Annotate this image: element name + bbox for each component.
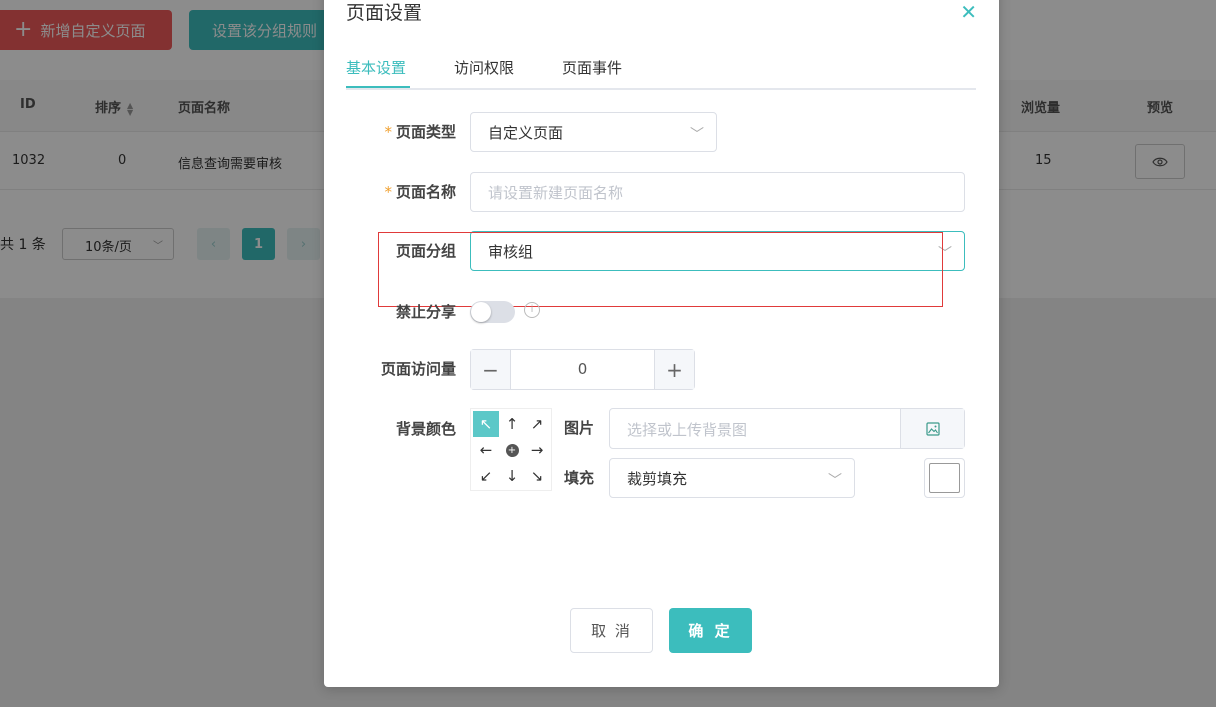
cancel-button[interactable]: 取 消 bbox=[570, 608, 653, 653]
arrow-up-icon[interactable]: ↑ bbox=[499, 411, 525, 437]
upload-image-button[interactable] bbox=[900, 409, 964, 448]
arrow-up-right-icon[interactable]: ↗ bbox=[524, 411, 550, 437]
page-type-value: 自定义页面 bbox=[488, 124, 564, 142]
disable-share-toggle[interactable] bbox=[470, 301, 515, 323]
page-views-stepper: − 0 + bbox=[470, 349, 695, 390]
tab-page-events[interactable]: 页面事件 bbox=[562, 57, 622, 78]
confirm-button[interactable]: 确 定 bbox=[669, 608, 752, 653]
color-picker[interactable] bbox=[924, 458, 965, 498]
bg-color-label: 背景颜色 bbox=[395, 420, 456, 438]
dialog-title: 页面设置 bbox=[346, 2, 423, 24]
chevron-down-icon: ﹀ bbox=[828, 473, 842, 489]
fill-mode-value: 裁剪填充 bbox=[627, 470, 688, 488]
tab-basic-settings[interactable]: 基本设置 bbox=[346, 57, 406, 78]
page-name-label: * 页面名称 bbox=[384, 181, 456, 202]
active-tab-indicator bbox=[346, 86, 410, 88]
arrow-right-icon[interactable]: → bbox=[524, 437, 550, 463]
bg-image-placeholder: 选择或上传背景图 bbox=[627, 421, 748, 439]
minus-icon: − bbox=[482, 357, 499, 382]
toggle-knob bbox=[471, 302, 491, 322]
required-mark: * bbox=[384, 123, 392, 141]
bg-position-grid: ↖ ↑ ↗ ← + → ↙ ↓ ↘ bbox=[470, 408, 552, 491]
page-views-label: 页面访问量 bbox=[380, 360, 456, 378]
plus-icon: + bbox=[666, 357, 683, 382]
arrow-down-right-icon[interactable]: ↘ bbox=[524, 463, 550, 489]
decrement-button[interactable]: − bbox=[471, 350, 511, 389]
page-name-label-text: 页面名称 bbox=[395, 183, 456, 201]
chevron-down-icon: ﹀ bbox=[690, 127, 704, 143]
arrow-up-left-icon[interactable]: ↖ bbox=[473, 411, 499, 437]
tab-access-permissions[interactable]: 访问权限 bbox=[454, 57, 514, 78]
page-views-value[interactable]: 0 bbox=[511, 360, 654, 378]
fill-label: 填充 bbox=[564, 469, 595, 487]
page-name-input[interactable]: 请设置新建页面名称 bbox=[470, 172, 965, 212]
disable-share-label: 禁止分享 bbox=[395, 303, 456, 321]
arrow-left-icon[interactable]: ← bbox=[473, 437, 499, 463]
tab-bar: 基本设置 访问权限 页面事件 bbox=[346, 54, 976, 90]
close-icon[interactable]: ✕ bbox=[960, 2, 977, 22]
highlight-box bbox=[378, 232, 943, 307]
arrow-down-left-icon[interactable]: ↙ bbox=[473, 463, 499, 489]
fill-mode-select[interactable]: 裁剪填充 ﹀ bbox=[609, 458, 855, 498]
info-icon[interactable]: i bbox=[524, 302, 540, 318]
page-name-placeholder: 请设置新建页面名称 bbox=[488, 184, 624, 202]
page-type-select[interactable]: 自定义页面 ﹀ bbox=[470, 112, 717, 152]
page-type-label-text: 页面类型 bbox=[395, 123, 456, 141]
color-swatch bbox=[929, 463, 960, 493]
image-icon bbox=[925, 421, 940, 436]
page-settings-dialog: 页面设置 ✕ 基本设置 访问权限 页面事件 * 页面类型 自定义页面 ﹀ * 页面名… bbox=[324, 0, 999, 687]
increment-button[interactable]: + bbox=[654, 350, 694, 389]
arrow-down-icon[interactable]: ↓ bbox=[499, 463, 525, 489]
center-position-icon[interactable]: + bbox=[499, 437, 525, 463]
image-label: 图片 bbox=[564, 419, 595, 437]
bg-image-input[interactable]: 选择或上传背景图 bbox=[609, 408, 965, 449]
page-type-label: * 页面类型 bbox=[384, 121, 456, 142]
required-mark: * bbox=[384, 183, 392, 201]
